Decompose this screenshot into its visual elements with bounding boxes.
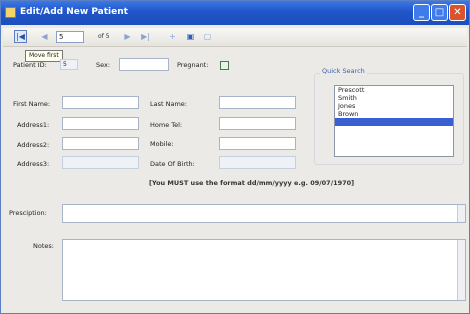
quick-search-title: Quick Search	[320, 67, 367, 75]
address1-label: Address1:	[17, 121, 50, 129]
first-name-field[interactable]	[62, 96, 139, 109]
prescription-field[interactable]	[62, 204, 466, 223]
dob-label: Date Of Birth:	[150, 160, 195, 168]
address3-label: Address3:	[17, 160, 50, 168]
record-count: of 5	[98, 33, 110, 40]
binding-navigator: |◀ ◀ 5 of 5 ▶ ▶| + ▣ ▢	[3, 28, 467, 47]
first-name-label: First Name:	[13, 100, 51, 108]
close-button[interactable]: ✕	[449, 4, 466, 21]
address2-field[interactable]	[62, 137, 139, 150]
position-input[interactable]: 5	[56, 31, 84, 43]
notes-scrollbar[interactable]	[457, 240, 465, 300]
move-next-icon[interactable]: ▶	[121, 30, 134, 43]
sex-label: Sex:	[96, 61, 111, 69]
dob-field[interactable]	[219, 156, 296, 169]
maximize-button[interactable]: □	[431, 4, 448, 21]
list-item[interactable]: Prescott	[335, 86, 453, 94]
last-name-label: Last Name:	[150, 100, 187, 108]
notes-label: Notes:	[33, 242, 54, 250]
mobile-field[interactable]	[219, 137, 296, 150]
home-tel-label: Home Tel:	[150, 121, 183, 129]
prescription-label: Presciption:	[9, 209, 47, 217]
patient-id-label: Patient ID:	[13, 61, 47, 69]
address1-field[interactable]	[62, 117, 139, 130]
add-new-icon[interactable]: +	[166, 30, 179, 43]
pregnant-checkbox[interactable]	[220, 61, 229, 70]
notes-field[interactable]	[62, 239, 466, 301]
home-tel-field[interactable]	[219, 117, 296, 130]
delete-icon[interactable]: ▢	[201, 30, 214, 43]
list-item-selected[interactable]	[335, 118, 453, 126]
save-icon[interactable]: ▣	[184, 30, 197, 43]
address3-field[interactable]	[62, 156, 139, 169]
app-icon	[5, 7, 16, 18]
minimize-button[interactable]: _	[413, 4, 430, 21]
list-item[interactable]: Jones	[335, 102, 453, 110]
window-title: Edit/Add New Patient	[20, 7, 128, 17]
move-last-icon[interactable]: ▶|	[139, 30, 152, 43]
pregnant-label: Pregnant:	[177, 61, 209, 69]
address2-label: Address2:	[17, 141, 50, 149]
quick-search-list[interactable]: Prescott Smith Jones Brown	[334, 85, 454, 157]
list-item[interactable]: Brown	[335, 110, 453, 118]
move-previous-icon[interactable]: ◀	[38, 30, 51, 43]
title-bar[interactable]: Edit/Add New Patient _ □ ✕	[1, 1, 469, 25]
mobile-label: Mobile:	[150, 140, 174, 148]
date-format-note: [You MUST use the format dd/mm/yyyy e.g.…	[149, 179, 355, 187]
list-item[interactable]: Smith	[335, 94, 453, 102]
last-name-field[interactable]	[219, 96, 296, 109]
edit-patient-window: Edit/Add New Patient _ □ ✕ |◀ ◀ 5 of 5 ▶…	[0, 0, 470, 314]
patient-id-field: 5	[60, 59, 78, 70]
sex-field[interactable]	[119, 58, 169, 71]
move-first-icon[interactable]: |◀	[14, 30, 27, 43]
prescription-scrollbar[interactable]	[457, 205, 465, 222]
